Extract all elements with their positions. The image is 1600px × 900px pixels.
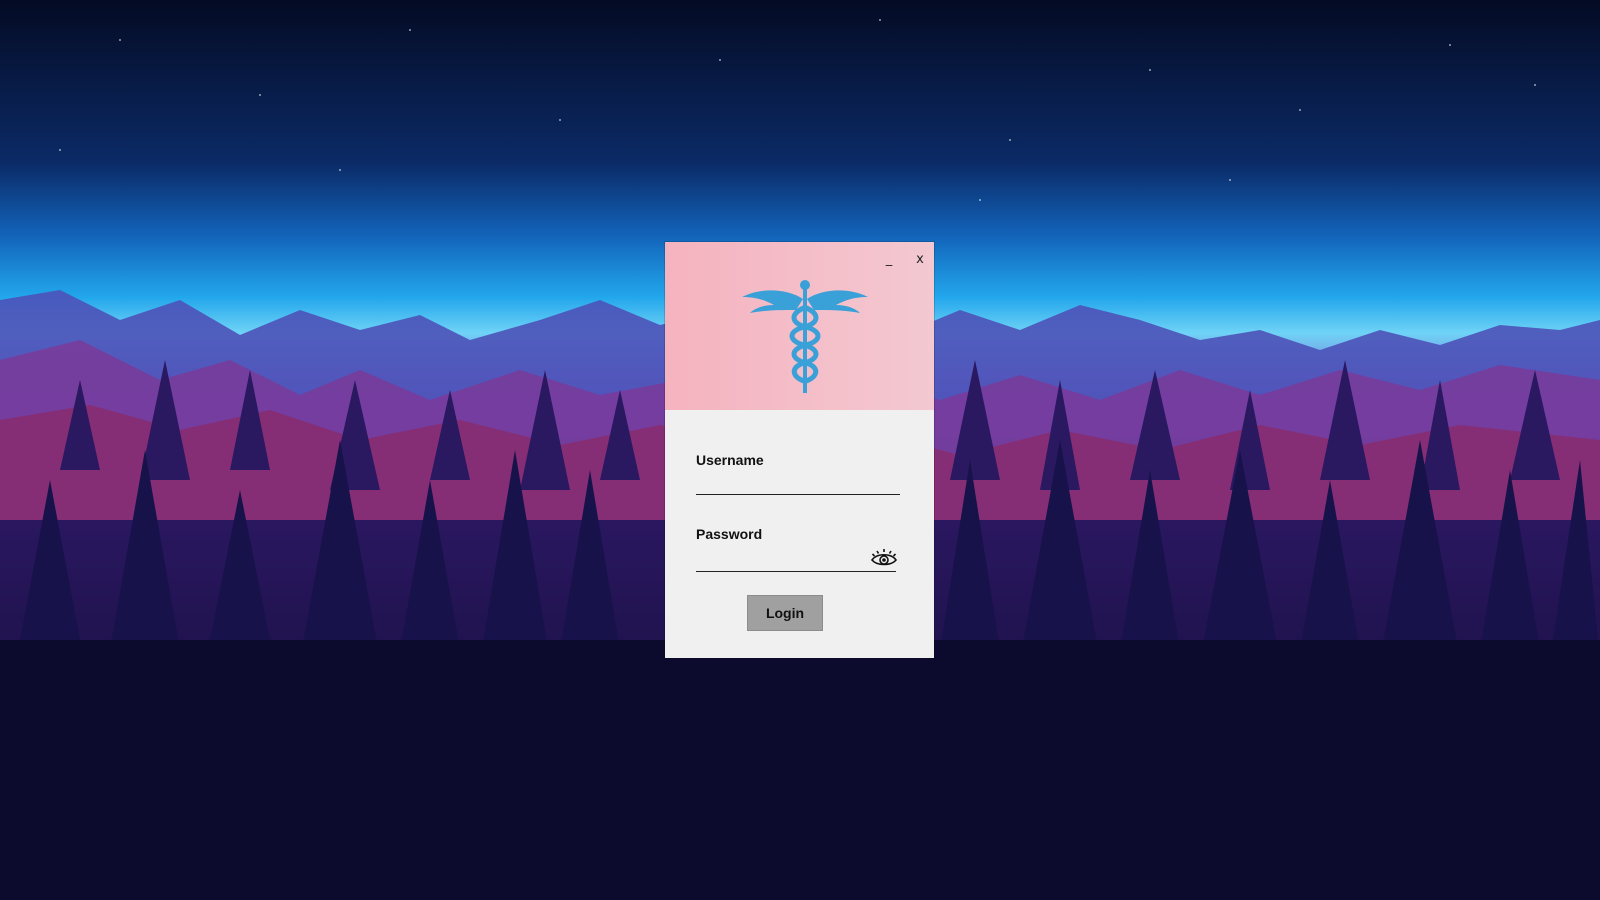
close-button[interactable]: x	[909, 248, 931, 270]
password-underline	[696, 571, 896, 572]
login-window: _ x Username Password Login	[665, 242, 934, 658]
caduceus-icon	[742, 280, 868, 393]
password-input[interactable]	[696, 546, 872, 570]
username-label: Username	[696, 452, 764, 468]
minimize-button[interactable]: _	[878, 248, 900, 270]
login-header: _ x	[665, 242, 934, 410]
password-label: Password	[696, 526, 763, 542]
username-input[interactable]	[696, 470, 900, 495]
eye-icon[interactable]	[870, 548, 898, 568]
login-button[interactable]: Login	[747, 595, 823, 631]
